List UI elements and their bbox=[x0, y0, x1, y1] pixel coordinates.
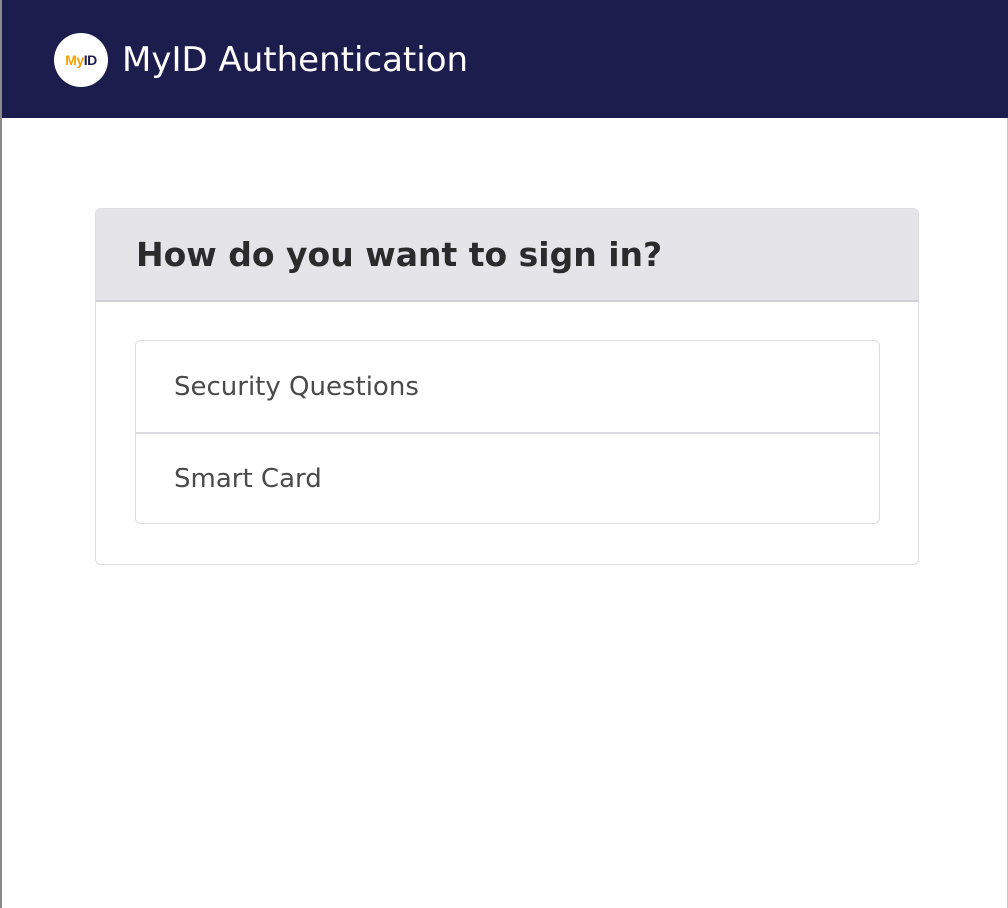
app-title: MyID Authentication bbox=[122, 40, 469, 80]
sign-in-card: How do you want to sign in? Security Que… bbox=[95, 208, 919, 565]
app-window: My ID MyID Authentication How do you want… bbox=[0, 0, 1008, 908]
myid-logo: My ID bbox=[54, 33, 108, 87]
app-header: My ID MyID Authentication bbox=[2, 0, 1008, 118]
sign-in-options-list: Security Questions Smart Card bbox=[135, 340, 880, 524]
option-smart-card[interactable]: Smart Card bbox=[136, 432, 879, 523]
option-security-questions[interactable]: Security Questions bbox=[136, 341, 879, 432]
logo-text-id: ID bbox=[83, 52, 98, 68]
logo-text-my: My bbox=[65, 52, 84, 68]
sign-in-title: How do you want to sign in? bbox=[136, 235, 663, 274]
sign-in-card-header: How do you want to sign in? bbox=[96, 209, 918, 302]
